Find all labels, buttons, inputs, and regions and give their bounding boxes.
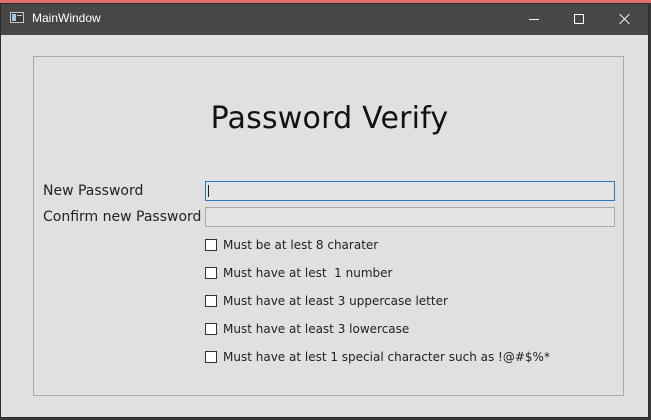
maximize-icon: [574, 14, 584, 24]
checkbox[interactable]: [205, 295, 217, 307]
title-bar[interactable]: MainWindow: [1, 4, 648, 35]
minimize-button[interactable]: [510, 4, 556, 35]
main-window: MainWindow Password Verify New Password …: [0, 3, 649, 418]
checkbox[interactable]: [205, 323, 217, 335]
page-title: Password Verify: [210, 101, 449, 136]
password-form-group: Password Verify New Password Confirm new…: [33, 56, 624, 396]
new-password-input[interactable]: [205, 181, 615, 201]
confirm-password-label: Confirm new Password: [43, 209, 202, 225]
requirement-label: Must have at lest 1 special character su…: [223, 350, 550, 364]
requirement-min-length[interactable]: Must be at lest 8 charater: [205, 237, 378, 253]
requirement-label: Must be at lest 8 charater: [223, 238, 379, 252]
window-title: MainWindow: [32, 11, 101, 25]
text-caret: [208, 185, 209, 197]
requirement-lowercase[interactable]: Must have at least 3 lowercase: [205, 321, 409, 337]
requirement-number[interactable]: Must have at lest 1 number: [205, 265, 392, 281]
requirement-special-character[interactable]: Must have at lest 1 special character su…: [205, 349, 550, 365]
checkbox[interactable]: [205, 239, 217, 251]
requirement-uppercase[interactable]: Must have at least 3 uppercase letter: [205, 293, 448, 309]
checkbox[interactable]: [205, 267, 217, 279]
requirement-label: Must have at least 3 lowercase: [223, 322, 410, 336]
close-icon: [619, 13, 631, 25]
maximize-button[interactable]: [556, 4, 602, 35]
requirement-label: Must have at lest 1 number: [223, 266, 393, 280]
minimize-icon: [529, 19, 539, 20]
app-window-icon: [10, 12, 24, 23]
checkbox[interactable]: [205, 351, 217, 363]
new-password-label: New Password: [43, 183, 144, 199]
close-button[interactable]: [602, 4, 648, 35]
confirm-password-input[interactable]: [205, 207, 615, 227]
requirement-label: Must have at least 3 uppercase letter: [223, 294, 448, 308]
